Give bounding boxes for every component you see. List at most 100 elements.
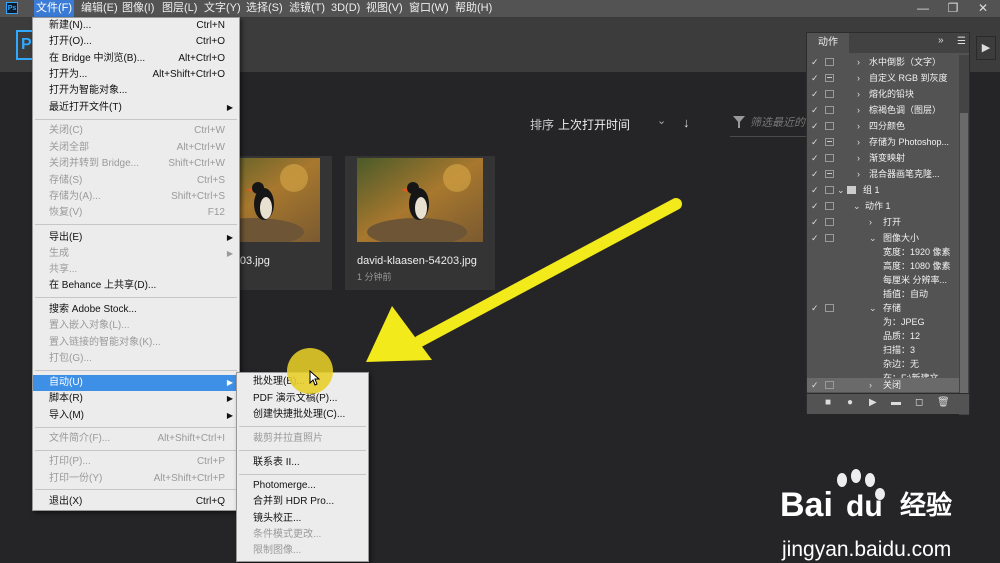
menu-item-label: 脚本(R): [49, 393, 83, 404]
menu-item-shortcut: Ctrl+S: [196, 175, 225, 186]
menu-item-label: 搜索 Adobe Stock...: [49, 304, 137, 315]
submenu-arrow-icon: ▶: [226, 249, 233, 258]
menu-item-label: 在 Bridge 中浏览(B)...: [49, 53, 146, 64]
mouse-cursor-icon: [309, 370, 321, 386]
submenu-item-crop-straighten: 裁剪并拉直照片: [237, 431, 368, 447]
menu-item-adobe-stock[interactable]: 搜索 Adobe Stock...: [33, 302, 239, 318]
menu-item-label: 生成: [49, 248, 69, 259]
menu-item-label: 自动(U): [49, 377, 83, 388]
menu-separator: [35, 370, 237, 371]
menu-item-shortcut: Shift+Ctrl+W: [168, 158, 225, 169]
menu-item-shortcut: Ctrl+P: [196, 456, 225, 467]
menu-item-shortcut: Ctrl+W: [194, 125, 225, 136]
menu-item-shortcut: Ctrl+Q: [195, 496, 225, 507]
menu-separator: [35, 427, 237, 428]
menu-item-shortcut: Alt+Ctrl+O: [178, 53, 225, 64]
menu-item-file-info: 文件简介(F)... Alt+Shift+Ctrl+I: [33, 431, 239, 447]
menu-item-label: 打开(O)...: [49, 36, 92, 47]
menu-item-label: 关闭全部: [49, 142, 89, 153]
menu-item-label: 新建(N)...: [49, 20, 92, 31]
menu-item-close: 关闭(C) Ctrl+W: [33, 123, 239, 139]
submenu-arrow-icon: ▶: [226, 233, 233, 242]
paw-toe: [865, 473, 875, 487]
menu-item-label: 共享...: [49, 264, 78, 275]
submenu-item-pdf-presentation[interactable]: PDF 演示文稿(P)...: [237, 391, 368, 407]
menu-item-shortcut: Alt+Shift+Ctrl+O: [152, 69, 225, 80]
menu-item-shortcut: Ctrl+N: [196, 20, 225, 31]
menu-item-label: 打开为智能对象...: [49, 85, 128, 96]
submenu-item-label: 镜头校正...: [253, 513, 302, 524]
menu-item-place-linked: 置入链接的智能对象(K)...: [33, 335, 239, 351]
menu-separator: [239, 474, 366, 475]
submenu-item-fit-image: 限制图像...: [237, 543, 368, 559]
menu-item-shortcut: Alt+Shift+Ctrl+P: [153, 473, 225, 484]
menu-separator: [239, 426, 366, 427]
menu-item-save: 存储(S) Ctrl+S: [33, 173, 239, 189]
submenu-item-label: 裁剪并拉直照片: [253, 433, 323, 444]
menu-item-browse-bridge[interactable]: 在 Bridge 中浏览(B)... Alt+Ctrl+O: [33, 51, 239, 67]
baidu-jingyan-watermark: Bai du 经验 jingyan.baidu.com: [780, 469, 952, 561]
menu-item-recent[interactable]: 最近打开文件(T) ▶: [33, 100, 239, 116]
menu-item-shortcut: Shift+Ctrl+S: [171, 191, 225, 202]
menu-item-label: 导入(M): [49, 410, 84, 421]
menu-item-close-go-bridge: 关闭并转到 Bridge... Shift+Ctrl+W: [33, 156, 239, 172]
submenu-arrow-icon: ▶: [226, 103, 233, 112]
menu-item-label: 退出(X): [49, 496, 83, 507]
menu-item-label: 最近打开文件(T): [49, 102, 122, 113]
menu-item-shortcut: Ctrl+O: [195, 36, 225, 47]
menu-item-label: 置入链接的智能对象(K)...: [49, 337, 161, 348]
menu-item-print-one: 打印一份(Y) Alt+Shift+Ctrl+P: [33, 471, 239, 487]
submenu-item-contact-sheet[interactable]: 联系表 II...: [237, 455, 368, 471]
menu-item-label: 关闭(C): [49, 125, 83, 136]
menu-separator: [35, 119, 237, 120]
menu-separator: [239, 450, 366, 451]
menu-item-export[interactable]: 导出(E) ▶: [33, 230, 239, 246]
menu-item-label: 在 Behance 上共享(D)...: [49, 280, 157, 291]
submenu-item-label: PDF 演示文稿(P)...: [253, 393, 338, 404]
menu-item-shortcut: Alt+Shift+Ctrl+I: [157, 433, 225, 444]
submenu-item-label: 联系表 II...: [253, 457, 300, 468]
menu-item-print: 打印(P)... Ctrl+P: [33, 454, 239, 470]
submenu-arrow-icon: ▶: [226, 411, 233, 420]
menu-item-scripts[interactable]: 脚本(R) ▶: [33, 391, 239, 407]
submenu-arrow-icon: ▶: [226, 394, 233, 403]
menu-item-close-all: 关闭全部 Alt+Ctrl+W: [33, 140, 239, 156]
menu-item-open[interactable]: 打开(O)... Ctrl+O: [33, 34, 239, 50]
menu-item-place-embedded: 置入嵌入对象(L)...: [33, 318, 239, 334]
submenu-item-create-droplet[interactable]: 创建快捷批处理(C)...: [237, 407, 368, 423]
submenu-item-merge-hdr[interactable]: 合并到 HDR Pro...: [237, 494, 368, 510]
arrow-shaft: [414, 198, 682, 347]
submenu-item-label: 合并到 HDR Pro...: [253, 496, 335, 507]
menu-item-shortcut: Alt+Ctrl+W: [176, 142, 225, 153]
menu-item-new[interactable]: 新建(N)... Ctrl+N: [33, 18, 239, 34]
menu-separator: [35, 489, 237, 490]
menu-item-share: 共享...: [33, 262, 239, 278]
menu-item-exit[interactable]: 退出(X) Ctrl+Q: [33, 494, 239, 510]
paw-toe: [851, 469, 861, 483]
submenu-item-conditional-mode: 条件模式更改...: [237, 527, 368, 543]
menu-item-label: 恢复(V): [49, 207, 83, 218]
menu-item-label: 关闭并转到 Bridge...: [49, 158, 140, 169]
menu-item-label: 文件简介(F)...: [49, 433, 111, 444]
submenu-item-photomerge[interactable]: Photomerge...: [237, 478, 368, 494]
menu-item-label: 打包(G)...: [49, 353, 92, 364]
submenu-item-lens-correction[interactable]: 镜头校正...: [237, 511, 368, 527]
menu-item-shortcut: F12: [207, 207, 225, 218]
menu-item-import[interactable]: 导入(M) ▶: [33, 408, 239, 424]
menu-item-save-as: 存储为(A)... Shift+Ctrl+S: [33, 189, 239, 205]
menu-item-open-smart-object[interactable]: 打开为智能对象...: [33, 83, 239, 99]
submenu-arrow-icon: ▶: [226, 378, 233, 387]
submenu-item-label: Photomerge...: [253, 480, 316, 491]
menu-item-label: 打印(P)...: [49, 456, 91, 467]
menu-separator: [35, 450, 237, 451]
menu-separator: [35, 224, 237, 225]
menu-item-open-as[interactable]: 打开为... Alt+Shift+Ctrl+O: [33, 67, 239, 83]
menu-item-label: 导出(E): [49, 232, 83, 243]
menu-item-label: 打开为...: [49, 69, 88, 80]
menu-item-label: 存储(S): [49, 175, 83, 186]
file-menu: 新建(N)... Ctrl+N 打开(O)... Ctrl+O 在 Bridge 中…: [32, 17, 240, 511]
menu-item-generate: 生成 ▶: [33, 246, 239, 262]
menu-item-automate[interactable]: 自动(U) ▶: [33, 375, 239, 391]
paw-toe: [837, 473, 847, 487]
menu-item-behance[interactable]: 在 Behance 上共享(D)...: [33, 278, 239, 294]
